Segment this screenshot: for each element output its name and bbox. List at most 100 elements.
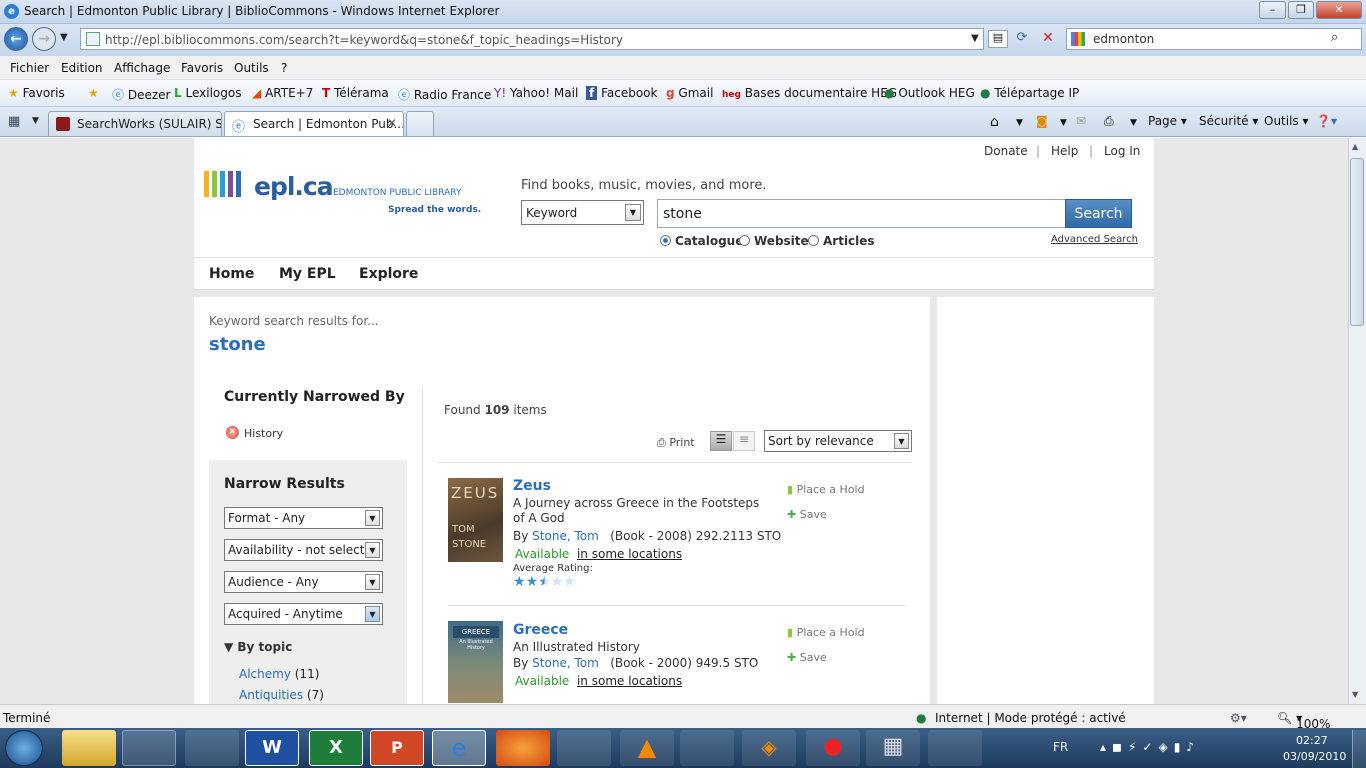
search-input[interactable]: stone [657,199,1066,228]
nav-explore[interactable]: Explore [359,266,418,282]
availability-filter-select[interactable]: Availability - not selected ▼ [224,539,383,561]
logo-text[interactable]: epl.ca [254,172,334,201]
menu-tools[interactable]: Outils [234,61,269,75]
fav-outlook-heg[interactable]: ● Outlook HEG [884,86,975,100]
help-link[interactable]: Help [1051,144,1078,158]
protected-mode-icon[interactable]: ⚙▾ [1230,711,1247,725]
nav-home[interactable]: Home [209,266,254,282]
feeds-dropdown-icon[interactable]: ▼ [1060,118,1067,128]
place-hold-button[interactable]: ▮ Place a Hold [787,483,865,496]
print-dropdown-icon[interactable]: ▼ [1130,118,1137,128]
address-dropdown-icon[interactable]: ▼ [971,33,979,44]
taskbar-folder-icon[interactable] [62,730,116,766]
close-window-button[interactable]: ✕ [1316,1,1362,19]
fav-bases-heg[interactable]: heg Bases documentaire HEG [722,86,897,100]
author-link[interactable]: Stone, Tom [532,656,599,670]
menu-view[interactable]: Affichage [114,61,170,75]
locations-link[interactable]: in some locations [577,674,682,688]
detail-view-icon[interactable]: ☰ [710,431,732,451]
fav-telepartage[interactable]: ● Télépartage IP [980,86,1079,100]
back-button[interactable]: ← [4,27,28,51]
print-button[interactable]: ⎙ Print [657,436,695,450]
maximize-button[interactable]: ❐ [1288,1,1314,19]
taskbar-media-icon[interactable] [185,730,239,766]
taskbar-powerpoint-icon[interactable]: P [370,730,424,766]
save-button[interactable]: ✚ Save [787,508,827,521]
taskbar-tool-icon[interactable] [680,730,734,766]
start-button[interactable] [5,730,43,766]
taskbar-app2-icon[interactable]: ● [806,730,860,766]
donate-link[interactable]: Donate [984,144,1028,158]
scrollbar-thumb[interactable] [1350,158,1364,326]
remove-filter-icon[interactable]: ✕ [226,426,239,439]
book-cover-greece[interactable]: GREECE An Illustrated History [448,621,503,703]
security-zone[interactable]: Internet | Mode protégé : activé [935,711,1126,725]
taskbar-player-icon[interactable] [557,730,611,766]
clock-date[interactable]: 03/09/2010 [1283,750,1346,763]
favorites-button[interactable]: ★ Favoris [8,86,65,100]
stop-icon[interactable]: ✕ [1038,30,1058,48]
home-icon[interactable]: ⌂ [990,114,999,130]
by-topic-toggle[interactable]: ▼ By topic [224,640,292,654]
tab-epl-search[interactable]: ⓔ Search | Edmonton Pub... ✕ [224,111,404,136]
fav-gmail[interactable]: g Gmail [666,86,713,100]
result-title[interactable]: Greece [513,622,568,638]
home-dropdown-icon[interactable]: ▼ [1016,118,1023,128]
nav-my-epl[interactable]: My EPL [279,266,336,282]
fav-arte[interactable]: ◢ ARTE+7 [252,86,313,100]
fav-radio-france[interactable]: ⓔ Radio France [398,86,491,103]
refresh-icon[interactable]: ⟳ [1012,30,1032,48]
format-filter-select[interactable]: Format - Any ▼ [224,507,383,529]
security-menu[interactable]: Sécurité ▾ [1199,114,1258,128]
tools-menu[interactable]: Outils ▾ [1264,114,1309,128]
fav-facebook[interactable]: f Facebook [586,86,657,100]
list-view-icon[interactable]: ≡ [733,431,755,451]
zoom-control[interactable]: 🔍︎ 100% ▾ [1277,711,1330,731]
result-title[interactable]: Zeus [513,478,551,494]
taskbar-excel-icon[interactable]: X [309,730,363,766]
scope-catalogue-radio[interactable] [660,235,671,246]
search-icon[interactable]: ⌕ [1331,30,1338,45]
address-bar[interactable]: http://epl.bibliocommons.com/search?t=ke… [80,28,984,50]
place-hold-button[interactable]: ▮ Place a Hold [787,626,865,639]
taskbar-firefox-icon[interactable] [496,730,550,766]
author-link[interactable]: Stone, Tom [532,529,599,543]
page-menu[interactable]: Page ▾ [1148,114,1187,128]
quick-tabs-icon[interactable]: ▦ [8,114,28,130]
compat-view-icon[interactable]: ▤ [988,30,1008,48]
taskbar-word-icon[interactable]: W [245,730,299,766]
acquired-filter-select[interactable]: Acquired - Anytime ▼ [224,603,383,625]
taskbar-explorer-icon[interactable] [122,730,176,766]
advanced-search-link[interactable]: Advanced Search [1051,234,1138,245]
sort-select[interactable]: Sort by relevance ▼ [764,430,912,452]
clock-time[interactable]: 02:27 [1296,734,1328,747]
save-button[interactable]: ✚ Save [787,651,827,664]
topic-alchemy[interactable]: Alchemy (11) [239,667,319,681]
scope-website-radio[interactable] [739,235,750,246]
add-favorite-icon[interactable]: ★ [88,86,99,100]
taskbar-ie-icon[interactable]: e [432,730,486,766]
show-desktop-button[interactable] [1352,730,1366,768]
taskbar-calculator-icon[interactable]: ▦ [866,730,920,766]
browser-search-box[interactable]: edmonton ⌕ [1066,28,1362,50]
taskbar-app3-icon[interactable] [928,730,982,766]
tray-icons[interactable]: ▴◼⚡✓◈▮♪ [1100,740,1200,754]
search-button[interactable]: Search [1065,199,1132,228]
login-link[interactable]: Log In [1104,144,1140,158]
menu-help[interactable]: ? [281,61,287,75]
scroll-down-icon[interactable]: ▼ [1352,690,1358,699]
new-tab-button[interactable] [406,111,434,136]
audience-filter-select[interactable]: Audience - Any ▼ [224,571,383,593]
tab-searchworks[interactable]: SearchWorks (SULAIR) Sea... [48,111,222,136]
language-indicator[interactable]: FR [1053,740,1068,754]
book-cover-zeus[interactable]: ZEUS TOM STONE [448,478,503,562]
topic-antiquities[interactable]: Antiquities (7) [239,688,324,702]
tab-list-icon[interactable]: ▼ [32,116,39,126]
forward-button[interactable]: → [32,27,56,51]
feeds-icon[interactable]: ◙ [1036,114,1048,128]
locations-link[interactable]: in some locations [577,547,682,561]
taskbar-vlc-icon[interactable]: ▲ [620,730,674,766]
fav-yahoo-mail[interactable]: Y! Yahoo! Mail [494,86,578,100]
scope-catalogue-label[interactable]: Catalogue [675,234,743,248]
scope-articles-label[interactable]: Articles [823,234,875,248]
